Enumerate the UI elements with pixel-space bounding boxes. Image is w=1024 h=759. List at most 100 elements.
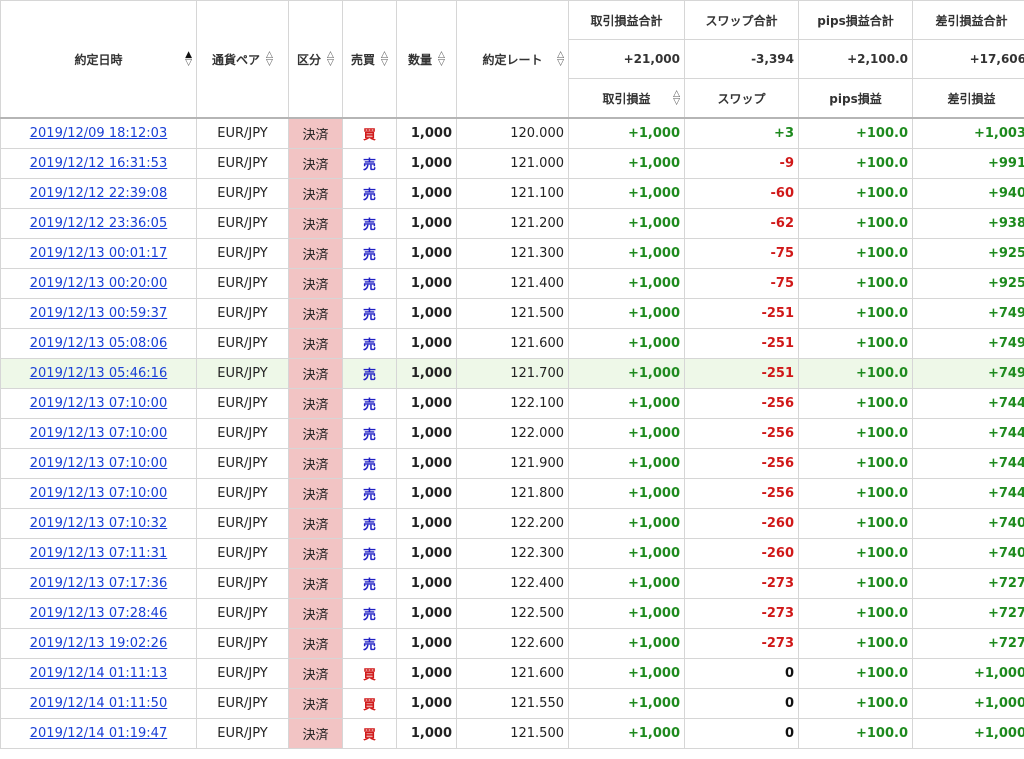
cell-date: 2019/12/13 07:11:31: [0, 538, 197, 569]
cell-trade-pl: +1,000: [568, 328, 685, 359]
cell-qty: 1,000: [396, 238, 457, 269]
cell-net: +744: [912, 418, 1024, 449]
trade-date-link[interactable]: 2019/12/13 19:02:26: [30, 636, 167, 651]
trade-date-link[interactable]: 2019/12/13 00:01:17: [30, 246, 167, 261]
cell-pips: +100.0: [798, 117, 913, 149]
table-row[interactable]: 2019/12/13 00:20:00 EUR/JPY 決済売 1,000 121.40…: [0, 268, 1024, 299]
cell-side: 買: [342, 718, 397, 749]
trade-date-link[interactable]: 2019/12/14 01:11:13: [30, 666, 167, 681]
table-row[interactable]: 2019/12/09 18:12:03 EUR/JPY 決済買 1,000 120.00…: [0, 117, 1024, 149]
cell-rate: 121.400: [456, 268, 569, 299]
sort-icon[interactable]: △ ▽: [266, 51, 273, 68]
cell-pips: +100.0: [798, 298, 913, 329]
sort-icon[interactable]: ▲ ▽: [185, 51, 192, 68]
cell-qty: 1,000: [396, 718, 457, 749]
trade-date-link[interactable]: 2019/12/12 22:39:08: [30, 186, 167, 201]
cell-date: 2019/12/13 07:10:00: [0, 448, 197, 479]
trade-date-link[interactable]: 2019/12/13 05:46:16: [30, 366, 167, 381]
cell-pair: EUR/JPY: [196, 538, 289, 569]
cell-trade-pl: +1,000: [568, 598, 685, 629]
table-row[interactable]: 2019/12/13 07:10:00 EUR/JPY 決済売 1,000 121.80…: [0, 478, 1024, 509]
cell-trade-pl: +1,000: [568, 418, 685, 449]
cell-swap: -273: [684, 628, 799, 659]
cell-side: 売: [342, 178, 397, 209]
trade-date-link[interactable]: 2019/12/13 07:11:31: [30, 546, 167, 561]
trade-date-link[interactable]: 2019/12/14 01:11:50: [30, 696, 167, 711]
sort-icon[interactable]: △ ▽: [438, 51, 445, 68]
cell-swap: 0: [684, 658, 799, 689]
cell-rate: 122.500: [456, 598, 569, 629]
sort-icon[interactable]: △ ▽: [327, 51, 334, 68]
table-row[interactable]: 2019/12/12 16:31:53 EUR/JPY 決済売 1,000 121.00…: [0, 148, 1024, 179]
trade-date-link[interactable]: 2019/12/13 05:08:06: [30, 336, 167, 351]
col-header-side[interactable]: 売買 △ ▽: [342, 0, 397, 119]
sort-icon[interactable]: △ ▽: [381, 51, 388, 68]
cell-swap: -62: [684, 208, 799, 239]
cell-qty: 1,000: [396, 538, 457, 569]
table-row[interactable]: 2019/12/13 07:10:32 EUR/JPY 決済売 1,000 122.20…: [0, 508, 1024, 539]
trade-date-link[interactable]: 2019/12/13 00:20:00: [30, 276, 167, 291]
cell-qty: 1,000: [396, 298, 457, 329]
cell-swap: +3: [684, 117, 799, 149]
cell-trade-pl: +1,000: [568, 208, 685, 239]
col-header-pair[interactable]: 通貨ペア △ ▽: [196, 0, 289, 119]
cell-side: 買: [342, 117, 397, 149]
trade-date-link[interactable]: 2019/12/09 18:12:03: [30, 126, 167, 141]
cell-net: +744: [912, 388, 1024, 419]
table-row[interactable]: 2019/12/13 07:10:00 EUR/JPY 決済売 1,000 122.10…: [0, 388, 1024, 419]
sort-icon[interactable]: △ ▽: [557, 51, 564, 68]
cell-kubun: 決済: [288, 538, 343, 569]
trade-date-link[interactable]: 2019/12/13 07:10:32: [30, 516, 167, 531]
table-row[interactable]: 2019/12/13 05:46:16 EUR/JPY 決済売 1,000 121.70…: [0, 358, 1024, 389]
cell-rate: 121.000: [456, 148, 569, 179]
cell-side: 売: [342, 208, 397, 239]
trade-date-link[interactable]: 2019/12/13 07:28:46: [30, 606, 167, 621]
table-row[interactable]: 2019/12/13 07:28:46 EUR/JPY 決済売 1,000 122.50…: [0, 598, 1024, 629]
table-row[interactable]: 2019/12/14 01:19:47 EUR/JPY 決済買 1,000 121.50…: [0, 718, 1024, 749]
trade-date-link[interactable]: 2019/12/13 07:10:00: [30, 456, 167, 471]
col-header-date[interactable]: 約定日時 ▲ ▽: [0, 0, 197, 119]
cell-rate: 120.000: [456, 117, 569, 149]
cell-date: 2019/12/13 05:08:06: [0, 328, 197, 359]
cell-rate: 122.600: [456, 628, 569, 659]
cell-trade-pl: +1,000: [568, 718, 685, 749]
table-row[interactable]: 2019/12/12 22:39:08 EUR/JPY 決済売 1,000 121.10…: [0, 178, 1024, 209]
cell-swap: -60: [684, 178, 799, 209]
table-row[interactable]: 2019/12/13 07:17:36 EUR/JPY 決済売 1,000 122.40…: [0, 568, 1024, 599]
cell-side: 売: [342, 298, 397, 329]
table-row[interactable]: 2019/12/14 01:11:13 EUR/JPY 決済買 1,000 121.60…: [0, 658, 1024, 689]
cell-trade-pl: +1,000: [568, 388, 685, 419]
cell-trade-pl: +1,000: [568, 448, 685, 479]
col-header-trade-pl-total: 取引損益合計: [568, 0, 685, 40]
trade-date-link[interactable]: 2019/12/12 23:36:05: [30, 216, 167, 231]
cell-side: 売: [342, 418, 397, 449]
cell-trade-pl: +1,000: [568, 478, 685, 509]
table-row[interactable]: 2019/12/13 05:08:06 EUR/JPY 決済売 1,000 121.60…: [0, 328, 1024, 359]
col-header-kubun[interactable]: 区分 △ ▽: [288, 0, 343, 119]
table-row[interactable]: 2019/12/13 00:59:37 EUR/JPY 決済売 1,000 121.50…: [0, 298, 1024, 329]
trade-date-link[interactable]: 2019/12/13 07:10:00: [30, 426, 167, 441]
cell-qty: 1,000: [396, 388, 457, 419]
trade-date-link[interactable]: 2019/12/12 16:31:53: [30, 156, 167, 171]
trade-date-link[interactable]: 2019/12/14 01:19:47: [30, 726, 167, 741]
col-header-trade-pl[interactable]: 取引損益 △ ▽: [568, 78, 685, 119]
cell-net: +749: [912, 298, 1024, 329]
trade-date-link[interactable]: 2019/12/13 00:59:37: [30, 306, 167, 321]
table-row[interactable]: 2019/12/13 07:10:00 EUR/JPY 決済売 1,000 122.00…: [0, 418, 1024, 449]
trade-date-link[interactable]: 2019/12/13 07:17:36: [30, 576, 167, 591]
table-row[interactable]: 2019/12/13 00:01:17 EUR/JPY 決済売 1,000 121.30…: [0, 238, 1024, 269]
table-row[interactable]: 2019/12/13 07:10:00 EUR/JPY 決済売 1,000 121.90…: [0, 448, 1024, 479]
trade-date-link[interactable]: 2019/12/13 07:10:00: [30, 486, 167, 501]
cell-pair: EUR/JPY: [196, 178, 289, 209]
table-row[interactable]: 2019/12/12 23:36:05 EUR/JPY 決済売 1,000 121.20…: [0, 208, 1024, 239]
trade-date-link[interactable]: 2019/12/13 07:10:00: [30, 396, 167, 411]
cell-net: +740: [912, 538, 1024, 569]
cell-kubun: 決済: [288, 598, 343, 629]
col-header-rate[interactable]: 約定レート △ ▽: [456, 0, 569, 119]
table-row[interactable]: 2019/12/14 01:11:50 EUR/JPY 決済買 1,000 121.55…: [0, 688, 1024, 719]
sort-icon[interactable]: △ ▽: [673, 90, 680, 107]
col-header-qty[interactable]: 数量 △ ▽: [396, 0, 457, 119]
table-row[interactable]: 2019/12/13 07:11:31 EUR/JPY 決済売 1,000 122.30…: [0, 538, 1024, 569]
cell-kubun: 決済: [288, 718, 343, 749]
table-row[interactable]: 2019/12/13 19:02:26 EUR/JPY 決済売 1,000 122.60…: [0, 628, 1024, 659]
